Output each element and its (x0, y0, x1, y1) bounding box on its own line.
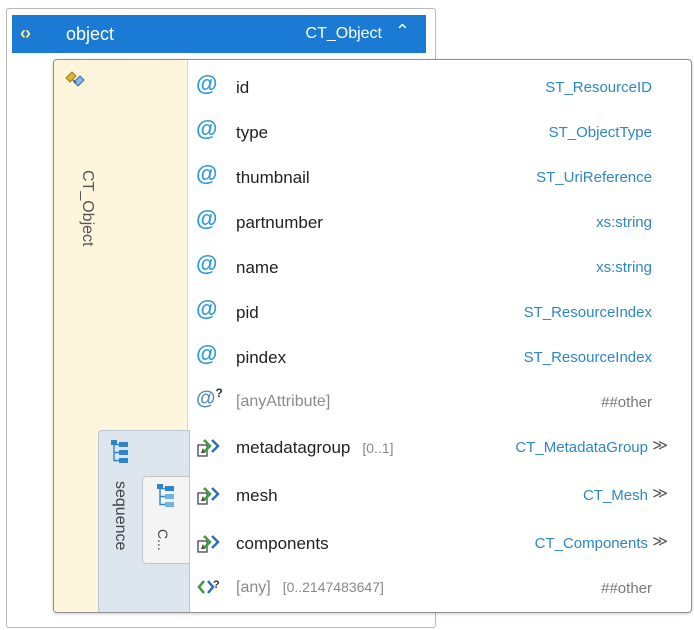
attribute-name: partnumber (236, 213, 323, 232)
complex-type-icon (64, 70, 86, 95)
expand-icon[interactable]: ≫ (652, 532, 668, 550)
attribute-icon: @ (196, 206, 218, 231)
attribute-icon: @ (196, 341, 218, 366)
any-element-cardinality: [0..2147483647] (282, 579, 384, 595)
choice-icon (156, 483, 176, 514)
element-type: CT_Object (305, 25, 382, 42)
attribute-row-partnumber[interactable]: @ partnumber xs:string (188, 201, 688, 245)
any-attribute-name: [anyAttribute] (236, 393, 331, 410)
element-row-metadatagroup[interactable]: metadatagroup [0..1] CT_MetadataGroup ≫ (188, 426, 688, 470)
attribute-icon: @ (196, 296, 218, 321)
child-element-icon (196, 484, 222, 508)
collapse-icon[interactable]: ⌃ (395, 21, 410, 42)
expand-icon[interactable]: ≫ (652, 436, 668, 454)
element-type: CT_Mesh (582, 487, 648, 504)
type-column: CT_Object sequence C... (54, 60, 190, 612)
attribute-icon: @ (196, 71, 218, 96)
element-name: object (66, 24, 115, 44)
element-name: metadatagroup [0..1] (236, 438, 394, 457)
attribute-icon: @ (196, 251, 218, 276)
choice-compositor[interactable]: C... (142, 476, 190, 564)
any-element-namespace: ##other (601, 580, 652, 597)
attribute-name: pindex (236, 348, 287, 367)
attribute-type: ST_ResourceID (545, 79, 652, 96)
attribute-row-pid[interactable]: @ pid ST_ResourceIndex (188, 291, 688, 335)
attribute-row-thumbnail[interactable]: @ thumbnail ST_UriReference (188, 156, 688, 200)
attribute-row-id[interactable]: @ id ST_ResourceID (188, 66, 688, 110)
attribute-name: thumbnail (236, 168, 310, 187)
svg-text:?: ? (213, 579, 220, 591)
child-element-icon (196, 436, 222, 460)
attribute-icon: @ (196, 161, 218, 186)
attribute-type: ST_ResourceIndex (523, 349, 652, 366)
any-element-icon: ? (196, 577, 222, 601)
attribute-row-type[interactable]: @ type ST_ObjectType (188, 111, 688, 155)
attribute-type: xs:string (596, 214, 652, 231)
attribute-row-name[interactable]: @ name xs:string (188, 246, 688, 290)
any-attribute-icon: @? (196, 386, 223, 410)
element-type: CT_MetadataGroup (515, 439, 648, 456)
attribute-type: ST_UriReference (536, 169, 652, 186)
any-element-name: [any] [0..2147483647] (236, 579, 384, 596)
element-name: mesh (236, 486, 278, 505)
element-header[interactable]: ‹› object CT_Object ⌃ (12, 15, 426, 53)
element-name: components (236, 534, 329, 553)
sequence-icon (110, 439, 130, 470)
element-row-components[interactable]: components CT_Components ≫ (188, 522, 688, 566)
attribute-name: name (236, 258, 279, 277)
attribute-type: ST_ResourceIndex (523, 304, 652, 321)
choice-label: C... (155, 529, 171, 551)
any-attribute-namespace: ##other (601, 394, 652, 411)
any-element-row[interactable]: ? [any] [0..2147483647] ##other (188, 567, 688, 611)
element-type: CT_Components (534, 535, 648, 552)
child-element-icon (196, 532, 222, 556)
element-icon: ‹› (20, 23, 31, 43)
attribute-name: pid (236, 303, 259, 322)
sequence-label: sequence (112, 481, 129, 551)
expand-icon[interactable]: ≫ (652, 484, 668, 502)
attribute-type: ST_ObjectType (548, 124, 652, 141)
element-row-mesh[interactable]: mesh CT_Mesh ≫ (188, 474, 688, 518)
attribute-name: id (236, 78, 250, 97)
any-attribute-row[interactable]: @? [anyAttribute] ##other (188, 381, 688, 425)
attribute-row-pindex[interactable]: @ pindex ST_ResourceIndex (188, 336, 688, 380)
attribute-name: type (236, 123, 269, 142)
complex-type-panel: CT_Object sequence C... @ id ST_Resource… (53, 59, 692, 613)
type-label: CT_Object (79, 170, 96, 247)
attribute-type: xs:string (596, 259, 652, 276)
element-cardinality: [0..1] (362, 440, 394, 456)
attribute-icon: @ (196, 116, 218, 141)
